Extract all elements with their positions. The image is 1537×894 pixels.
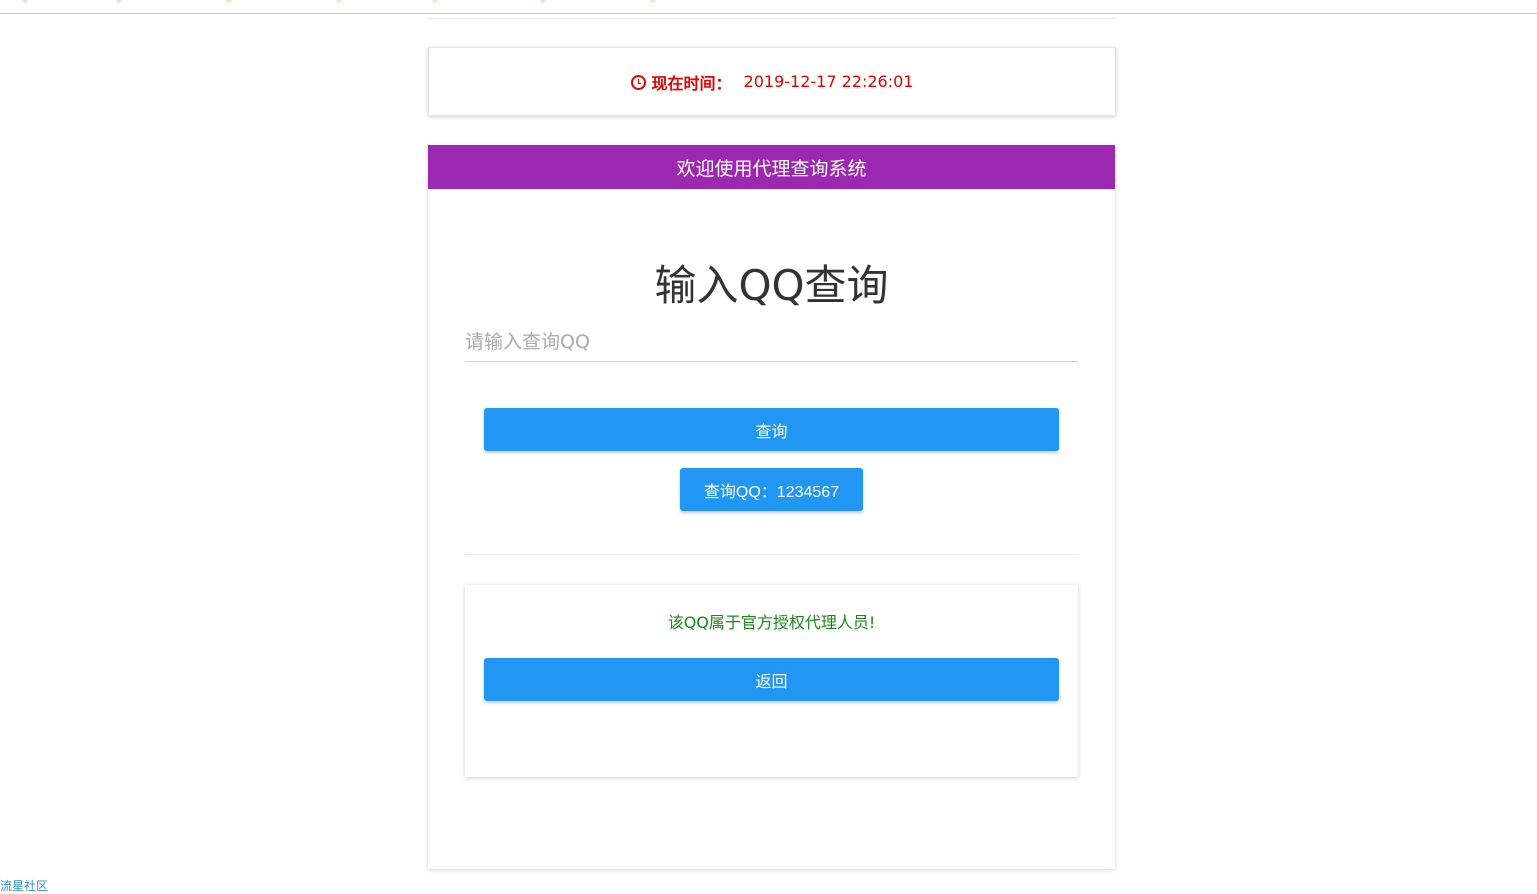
query-panel: 欢迎使用代理查询系统 输入QQ查询 查询 查询QQ：1234567 该QQ属于官… bbox=[428, 145, 1115, 869]
current-time-card: 现在时间： 2019-12-17 22:26:01 bbox=[428, 47, 1116, 116]
clock-icon bbox=[630, 75, 646, 90]
current-time-label: 现在时间： bbox=[651, 73, 732, 93]
nav-fragment bbox=[22, 0, 28, 3]
nav-fragment bbox=[650, 0, 656, 3]
footer-link[interactable]: 流星社区 bbox=[0, 877, 48, 894]
back-button[interactable]: 返回 bbox=[484, 658, 1059, 701]
result-message: 该QQ属于官方授权代理人员! bbox=[667, 613, 876, 632]
panel-header: 欢迎使用代理查询系统 bbox=[428, 145, 1115, 189]
qq-search-input[interactable] bbox=[465, 323, 1078, 362]
result-card: 该QQ属于官方授权代理人员! 返回 bbox=[465, 585, 1078, 777]
divider bbox=[465, 554, 1078, 555]
current-time-value: 2019-12-17 22:26:01 bbox=[743, 72, 914, 91]
nav-fragment bbox=[540, 0, 546, 3]
queried-qq-button[interactable]: 查询QQ：1234567 bbox=[680, 468, 863, 511]
nav-fragment bbox=[116, 0, 122, 3]
nav-fragment bbox=[432, 0, 438, 3]
nav-fragment bbox=[336, 0, 342, 3]
nav-fragment bbox=[226, 0, 232, 3]
top-nav-strip bbox=[0, 0, 1537, 14]
separator-line bbox=[428, 18, 1115, 19]
search-button[interactable]: 查询 bbox=[484, 408, 1059, 451]
page-title: 输入QQ查询 bbox=[654, 261, 889, 310]
